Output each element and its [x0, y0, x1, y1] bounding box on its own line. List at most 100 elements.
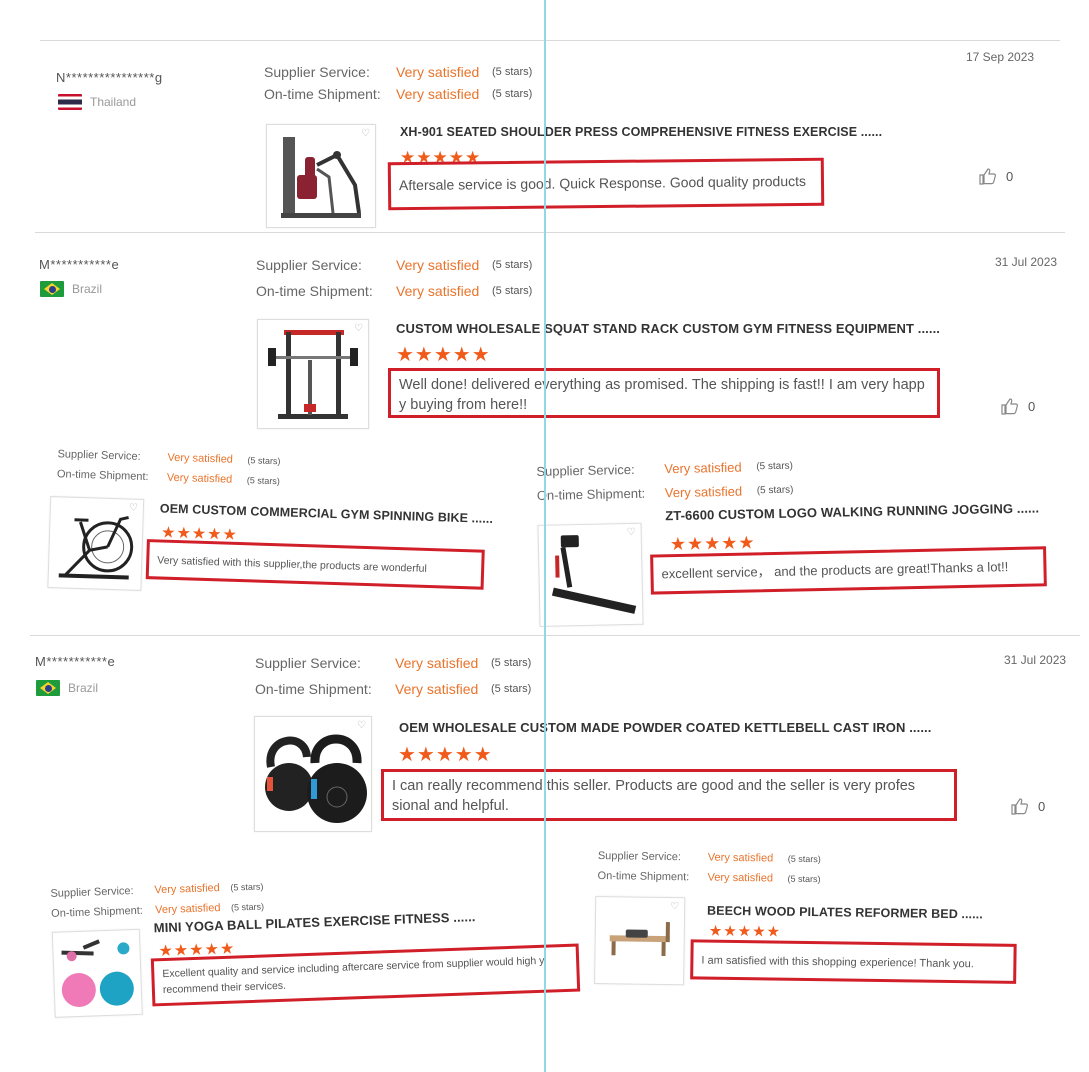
- brazil-flag-icon: [40, 281, 64, 297]
- review-date: 31 Jul 2023: [1004, 653, 1067, 667]
- product-thumbnail[interactable]: ♡: [257, 319, 369, 429]
- thailand-flag-icon: [58, 94, 82, 110]
- review-card: Supplier Service: Very satisfied (5 stars)…: [592, 846, 1084, 1013]
- supplier-service-value: Very satisfied: [664, 459, 742, 476]
- supplier-service-label: Supplier Service:: [536, 461, 635, 479]
- heart-icon[interactable]: ♡: [129, 503, 138, 514]
- shipment-label: On-time Shipment:: [264, 86, 381, 102]
- shipment-label: On-time Shipment:: [255, 681, 372, 697]
- vertical-guide-line: [544, 0, 546, 1072]
- shipment-stars: (5 stars): [230, 901, 265, 913]
- review-card: Supplier Service: Very satisfied (5 stars)…: [534, 444, 1058, 635]
- shipment-stars: (5 stars): [787, 873, 821, 885]
- rating-summary: Supplier Service: Very satisfied (5 stars)…: [597, 846, 821, 889]
- thumbs-up-icon: [1011, 798, 1028, 815]
- heart-icon[interactable]: ♡: [357, 720, 366, 731]
- supplier-service-label: Supplier Service:: [256, 257, 362, 273]
- shipment-value: Very satisfied: [166, 471, 233, 486]
- supplier-service-stars: (5 stars): [492, 259, 533, 271]
- product-thumbnail[interactable]: ♡: [537, 522, 644, 627]
- reviewer-name: N****************g: [56, 70, 163, 85]
- supplier-service-stars: (5 stars): [247, 455, 281, 467]
- reviewer-country: Brazil: [40, 281, 102, 297]
- country-name: Brazil: [68, 681, 99, 695]
- product-title[interactable]: OEM CUSTOM COMMERCIAL GYM SPINNING BIKE …: [160, 501, 494, 525]
- shipment-value: Very satisfied: [395, 681, 479, 697]
- review-comment: Very satisfied with this supplier,the pr…: [145, 539, 485, 590]
- shipment-value: Very satisfied: [154, 902, 221, 917]
- brazil-flag-icon: [36, 680, 60, 696]
- like-button[interactable]: 0: [1010, 796, 1045, 816]
- like-count: 0: [1038, 798, 1046, 814]
- rating-summary: Supplier Service: Very satisfied (5 stars)…: [57, 444, 281, 491]
- review-comment: I can really recommend this seller. Prod…: [381, 769, 957, 821]
- supplier-service-label: Supplier Service:: [57, 448, 141, 463]
- shipment-value: Very satisfied: [396, 283, 480, 299]
- reviewer-name: M***********e: [39, 257, 120, 272]
- reviewer-country: Thailand: [58, 94, 136, 110]
- like-button[interactable]: 0: [1000, 396, 1035, 416]
- shipment-stars: (5 stars): [492, 285, 533, 297]
- yoga-ball-image: [61, 939, 134, 1007]
- like-button[interactable]: 0: [978, 166, 1013, 186]
- supplier-service-stars: (5 stars): [230, 881, 264, 893]
- star-rating: ★★★★★: [398, 744, 493, 766]
- review-date: 31 Jul 2023: [995, 255, 1058, 269]
- review-card: Supplier Service: Very satisfied (5 stars)…: [48, 861, 593, 1020]
- product-title[interactable]: BEECH WOOD PILATES REFORMER BED ......: [707, 904, 983, 922]
- treadmill-image: [551, 535, 637, 614]
- shoulder-press-machine-image: [281, 137, 361, 218]
- shipment-value: Very satisfied: [707, 871, 774, 885]
- review-comment: excellent service， and the products are …: [650, 546, 1047, 595]
- product-thumbnail[interactable]: ♡: [47, 496, 145, 591]
- review-comment: Well done! delivered everything as promi…: [388, 368, 940, 418]
- review-date: 17 Sep 2023: [966, 50, 1035, 64]
- shipment-stars: (5 stars): [756, 484, 794, 496]
- supplier-service-stars: (5 stars): [492, 66, 533, 78]
- heart-icon[interactable]: ♡: [354, 323, 363, 334]
- product-thumbnail[interactable]: ♡: [594, 896, 686, 986]
- shipment-label: On-time Shipment:: [256, 283, 373, 299]
- country-name: Brazil: [72, 282, 103, 296]
- shipment-label: On-time Shipment:: [597, 870, 690, 884]
- rating-summary: Supplier Service: Very satisfied (5 stars)…: [536, 454, 794, 507]
- thumbs-up-icon: [1001, 398, 1018, 415]
- reviewer-name: M***********e: [35, 654, 116, 669]
- review-card: Supplier Service: Very satisfied (5 stars)…: [44, 440, 500, 644]
- star-rating: ★★★★★: [396, 344, 491, 366]
- supplier-service-label: Supplier Service:: [50, 885, 134, 900]
- product-title[interactable]: OEM WHOLESALE CUSTOM MADE POWDER COATED …: [399, 720, 931, 735]
- supplier-service-value: Very satisfied: [167, 451, 234, 466]
- supplier-service-stars: (5 stars): [756, 460, 794, 472]
- country-name: Thailand: [90, 95, 137, 109]
- kettlebell-image: [265, 734, 367, 823]
- heart-icon[interactable]: ♡: [361, 128, 370, 139]
- rating-summary: Supplier Service: Very satisfied (5 stars)…: [255, 650, 531, 702]
- product-title[interactable]: XH-901 SEATED SHOULDER PRESS COMPREHENSI…: [400, 125, 882, 139]
- supplier-service-value: Very satisfied: [396, 64, 480, 80]
- squat-rack-image: [268, 330, 358, 419]
- heart-icon[interactable]: ♡: [627, 527, 636, 538]
- product-thumbnail[interactable]: ♡: [266, 124, 376, 228]
- review-comment: Aftersale service is good. Quick Respons…: [387, 157, 825, 211]
- product-title[interactable]: CUSTOM WHOLESALE SQUAT STAND RACK CUSTOM…: [396, 321, 940, 336]
- review-comment: I am satisfied with this shopping experi…: [690, 939, 1017, 984]
- heart-icon[interactable]: ♡: [670, 901, 679, 912]
- supplier-service-label: Supplier Service:: [597, 850, 682, 864]
- shipment-label: On-time Shipment:: [536, 485, 646, 503]
- product-title[interactable]: ZT-6600 CUSTOM LOGO WALKING RUNNING JOGG…: [665, 500, 1039, 523]
- supplier-service-value: Very satisfied: [707, 851, 774, 865]
- rating-summary: Supplier Service: Very satisfied (5 stars)…: [264, 61, 532, 105]
- divider: [40, 40, 1060, 41]
- product-thumbnail[interactable]: ♡: [254, 716, 372, 832]
- product-thumbnail[interactable]: [51, 928, 143, 1018]
- like-count: 0: [1028, 398, 1036, 414]
- shipment-stars: (5 stars): [491, 683, 532, 695]
- supplier-service-value: Very satisfied: [154, 882, 221, 897]
- supplier-service-stars: (5 stars): [787, 853, 821, 865]
- shipment-stars: (5 stars): [246, 475, 280, 487]
- shipment-value: Very satisfied: [396, 86, 480, 102]
- thumbs-up-icon: [979, 168, 996, 185]
- star-rating: ★★★★★: [669, 532, 756, 555]
- supplier-service-value: Very satisfied: [395, 655, 479, 671]
